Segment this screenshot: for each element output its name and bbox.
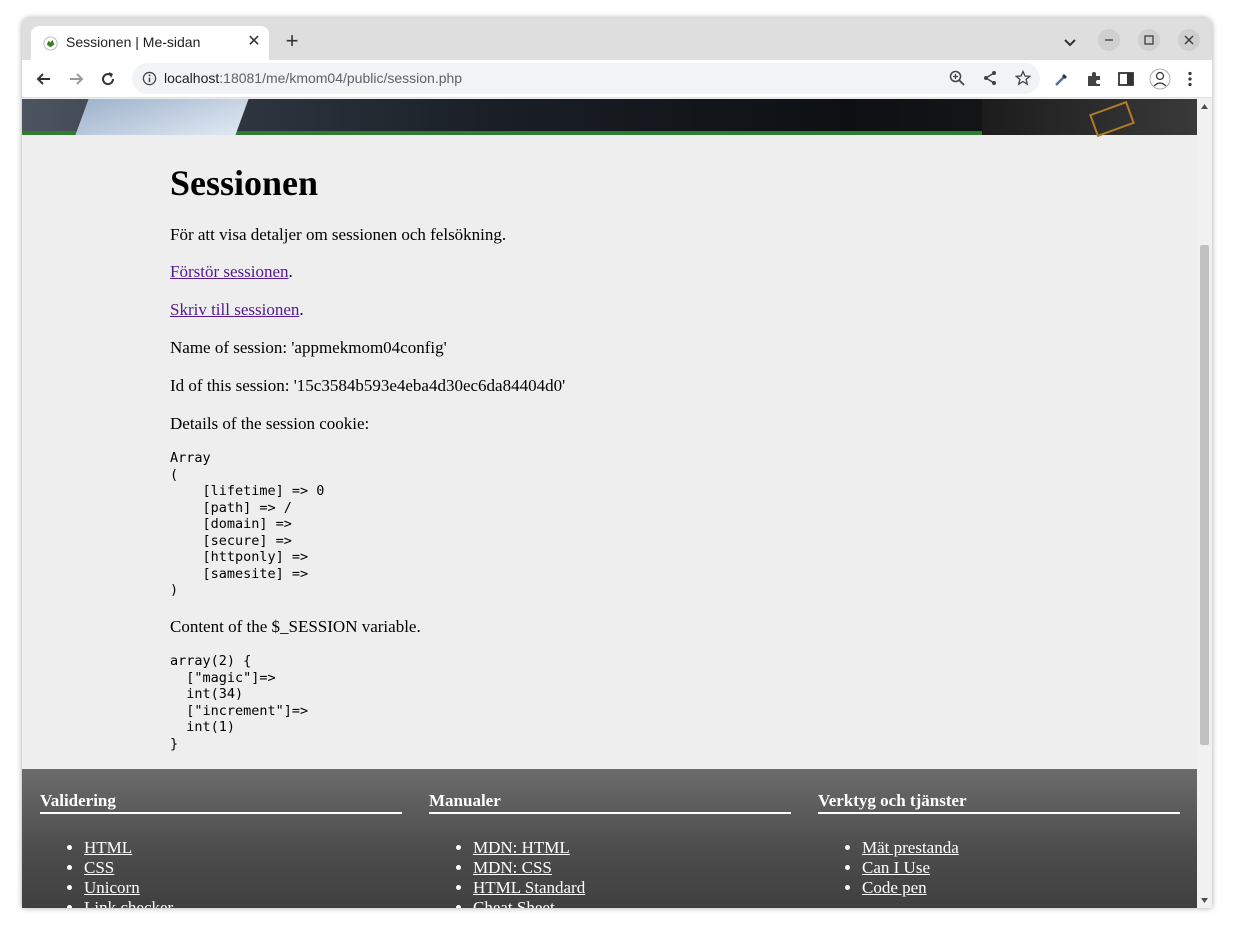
header-banner-image [22, 99, 1197, 138]
side-panel-icon[interactable] [1117, 70, 1135, 88]
page-title: Sessionen [170, 163, 319, 203]
footer-link[interactable]: MDN: HTML [473, 838, 570, 857]
maximize-button[interactable] [1138, 29, 1160, 51]
close-window-button[interactable] [1178, 29, 1200, 51]
minimize-button[interactable] [1098, 29, 1120, 51]
footer-link[interactable]: HTML [84, 838, 132, 857]
page-viewport: Sessionen För att visa detaljer om sessi… [22, 99, 1197, 908]
scroll-up-arrow-icon[interactable] [1200, 102, 1209, 111]
cookie-dump: Array ( [lifetime] => 0 [path] => / [dom… [170, 450, 325, 598]
new-tab-button[interactable]: + [280, 30, 304, 54]
scrollbar-thumb[interactable] [1200, 245, 1209, 745]
footer-column-title: Manualer [429, 791, 791, 814]
destroy-session-link[interactable]: Förstör sessionen [170, 262, 289, 281]
footer-link[interactable]: Mät prestanda [862, 838, 959, 857]
bookmark-star-icon[interactable] [1015, 70, 1031, 86]
scroll-down-arrow-icon[interactable] [1200, 896, 1209, 905]
cookie-details-label: Details of the session cookie: [170, 414, 370, 433]
footer-column-manualer: Manualer MDN: HTML MDN: CSS HTML Standar… [429, 791, 791, 908]
footer-link[interactable]: MDN: CSS [473, 858, 552, 877]
tab-search-chevron-icon[interactable] [1060, 32, 1080, 52]
minimize-icon [1105, 39, 1113, 41]
footer-column-verktyg: Verktyg och tjänster Mät prestanda Can I… [818, 791, 1180, 898]
vertical-scrollbar[interactable] [1197, 99, 1212, 908]
back-arrow-icon[interactable] [34, 69, 54, 89]
tab-title: Sessionen | Me-sidan [66, 34, 201, 50]
footer-link[interactable]: HTML Standard [473, 878, 585, 897]
share-icon[interactable] [982, 70, 998, 86]
tab-strip: Sessionen | Me-sidan ✕ + [22, 18, 1212, 60]
browser-window: Sessionen | Me-sidan ✕ + localhost:18081… [22, 18, 1212, 908]
footer-link[interactable]: Unicorn [84, 878, 140, 897]
footer-link[interactable]: Code pen [862, 878, 927, 897]
destroy-session-paragraph: Förstör sessionen. [170, 262, 293, 282]
destroy-period: . [288, 262, 293, 281]
frog-favicon-icon [43, 36, 58, 51]
browser-toolbar: localhost:18081/me/kmom04/public/session… [22, 60, 1212, 98]
session-id-text: Id of this session: '15c3584b593e4eba4d3… [170, 376, 566, 395]
write-period: . [299, 300, 304, 319]
footer-link[interactable]: Can I Use [862, 858, 930, 877]
menu-kebab-icon[interactable] [1181, 70, 1199, 88]
maximize-icon [1144, 35, 1154, 45]
url-text[interactable]: localhost:18081/me/kmom04/public/session… [164, 70, 462, 86]
main-content: Sessionen För att visa detaljer om sessi… [170, 139, 1070, 752]
tab-close-icon[interactable]: ✕ [244, 32, 264, 52]
intro-text: För att visa detaljer om sessionen och f… [170, 225, 507, 244]
session-dump: array(2) { ["magic"]=> int(34) ["increme… [170, 653, 309, 752]
active-tab[interactable]: Sessionen | Me-sidan ✕ [31, 26, 269, 60]
write-session-paragraph: Skriv till sessionen. [170, 300, 304, 320]
footer-link[interactable]: CSS [84, 858, 114, 877]
zoom-icon[interactable] [949, 70, 965, 86]
close-icon [1184, 35, 1194, 45]
extensions-puzzle-icon[interactable] [1085, 70, 1103, 88]
forward-arrow-icon[interactable] [66, 69, 86, 89]
url-path: :18081/me/kmom04/public/session.php [219, 70, 463, 86]
site-footer: Validering HTML CSS Unicorn Link checker… [22, 769, 1197, 908]
session-variable-label: Content of the $_SESSION variable. [170, 617, 421, 636]
footer-link[interactable]: Cheat Sheet [473, 898, 555, 908]
footer-column-title: Validering [40, 791, 402, 814]
footer-column-title: Verktyg och tjänster [818, 791, 1180, 814]
reload-icon[interactable] [98, 69, 118, 89]
site-info-icon[interactable] [142, 71, 157, 86]
address-bar[interactable]: localhost:18081/me/kmom04/public/session… [132, 63, 1040, 94]
eyedropper-extension-icon[interactable] [1053, 70, 1071, 88]
footer-column-validering: Validering HTML CSS Unicorn Link checker [40, 791, 402, 908]
session-name-text: Name of session: 'appmekmom04config' [170, 338, 447, 357]
url-host: localhost [164, 70, 220, 86]
footer-link[interactable]: Link checker [84, 898, 173, 908]
profile-avatar-icon[interactable] [1149, 68, 1171, 90]
write-session-link[interactable]: Skriv till sessionen [170, 300, 299, 319]
